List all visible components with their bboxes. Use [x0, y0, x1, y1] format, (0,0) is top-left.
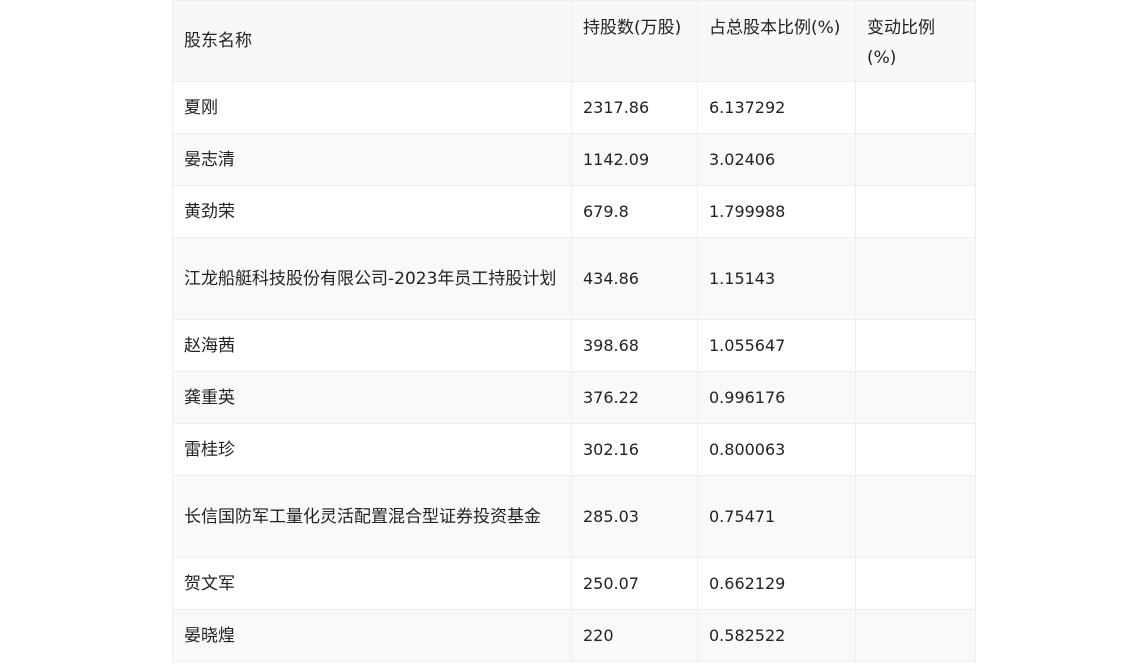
- cell-change: [855, 319, 976, 372]
- cell-shares: 398.68: [571, 319, 698, 372]
- table-row: 赵海茜 398.68 1.055647: [172, 319, 976, 372]
- cell-ratio: 6.137292: [697, 81, 856, 134]
- table-row: 雷桂珍 302.16 0.800063: [172, 423, 976, 476]
- cell-name: 贺文军: [172, 557, 572, 610]
- cell-ratio: 1.799988: [697, 185, 856, 238]
- cell-ratio: 0.800063: [697, 423, 856, 476]
- cell-name: 夏刚: [172, 81, 572, 134]
- cell-name: 晏晓煌: [172, 609, 572, 662]
- header-row: 股东名称 持股数(万股) 占总股本比例(%) 变动比例(%): [172, 0, 976, 82]
- cell-change: [855, 475, 976, 558]
- cell-shares: 285.03: [571, 475, 698, 558]
- header-shareholder-name: 股东名称: [172, 0, 572, 82]
- cell-ratio: 1.055647: [697, 319, 856, 372]
- table-row: 贺文军 250.07 0.662129: [172, 557, 976, 610]
- cell-change: [855, 133, 976, 186]
- cell-shares: 2317.86: [571, 81, 698, 134]
- cell-shares: 1142.09: [571, 133, 698, 186]
- table-row: 黄劲荣 679.8 1.799988: [172, 185, 976, 238]
- cell-change: [855, 371, 976, 424]
- cell-name: 晏志清: [172, 133, 572, 186]
- cell-shares: 302.16: [571, 423, 698, 476]
- cell-shares: 376.22: [571, 371, 698, 424]
- header-change-ratio: 变动比例(%): [855, 0, 976, 82]
- cell-ratio: 0.582522: [697, 609, 856, 662]
- cell-change: [855, 185, 976, 238]
- cell-ratio: 0.75471: [697, 475, 856, 558]
- cell-change: [855, 81, 976, 134]
- cell-ratio: 3.02406: [697, 133, 856, 186]
- table-row: 长信国防军工量化灵活配置混合型证券投资基金 285.03 0.75471: [172, 475, 976, 558]
- table-row: 龚重英 376.22 0.996176: [172, 371, 976, 424]
- shareholder-table-container: 股东名称 持股数(万股) 占总股本比例(%) 变动比例(%) 夏刚 2317.8…: [172, 0, 976, 662]
- header-share-ratio: 占总股本比例(%): [697, 0, 856, 82]
- table-row: 夏刚 2317.86 6.137292: [172, 81, 976, 134]
- cell-name: 黄劲荣: [172, 185, 572, 238]
- cell-name: 龚重英: [172, 371, 572, 424]
- cell-change: [855, 423, 976, 476]
- cell-name: 雷桂珍: [172, 423, 572, 476]
- table-row: 晏晓煌 220 0.582522: [172, 609, 976, 662]
- cell-change: [855, 557, 976, 610]
- cell-shares: 679.8: [571, 185, 698, 238]
- shareholder-table: 股东名称 持股数(万股) 占总股本比例(%) 变动比例(%) 夏刚 2317.8…: [172, 0, 976, 662]
- cell-shares: 250.07: [571, 557, 698, 610]
- header-shares-held: 持股数(万股): [571, 0, 698, 82]
- cell-ratio: 0.662129: [697, 557, 856, 610]
- cell-ratio: 0.996176: [697, 371, 856, 424]
- table-row: 晏志清 1142.09 3.02406: [172, 133, 976, 186]
- table-row: 江龙船艇科技股份有限公司-2023年员工持股计划 434.86 1.15143: [172, 237, 976, 320]
- cell-change: [855, 609, 976, 662]
- table-header: 股东名称 持股数(万股) 占总股本比例(%) 变动比例(%): [172, 0, 976, 82]
- cell-name: 赵海茜: [172, 319, 572, 372]
- table-body: 夏刚 2317.86 6.137292 晏志清 1142.09 3.02406 …: [172, 81, 976, 662]
- cell-name: 长信国防军工量化灵活配置混合型证券投资基金: [172, 475, 572, 558]
- cell-shares: 434.86: [571, 237, 698, 320]
- cell-name: 江龙船艇科技股份有限公司-2023年员工持股计划: [172, 237, 572, 320]
- cell-shares: 220: [571, 609, 698, 662]
- cell-change: [855, 237, 976, 320]
- cell-ratio: 1.15143: [697, 237, 856, 320]
